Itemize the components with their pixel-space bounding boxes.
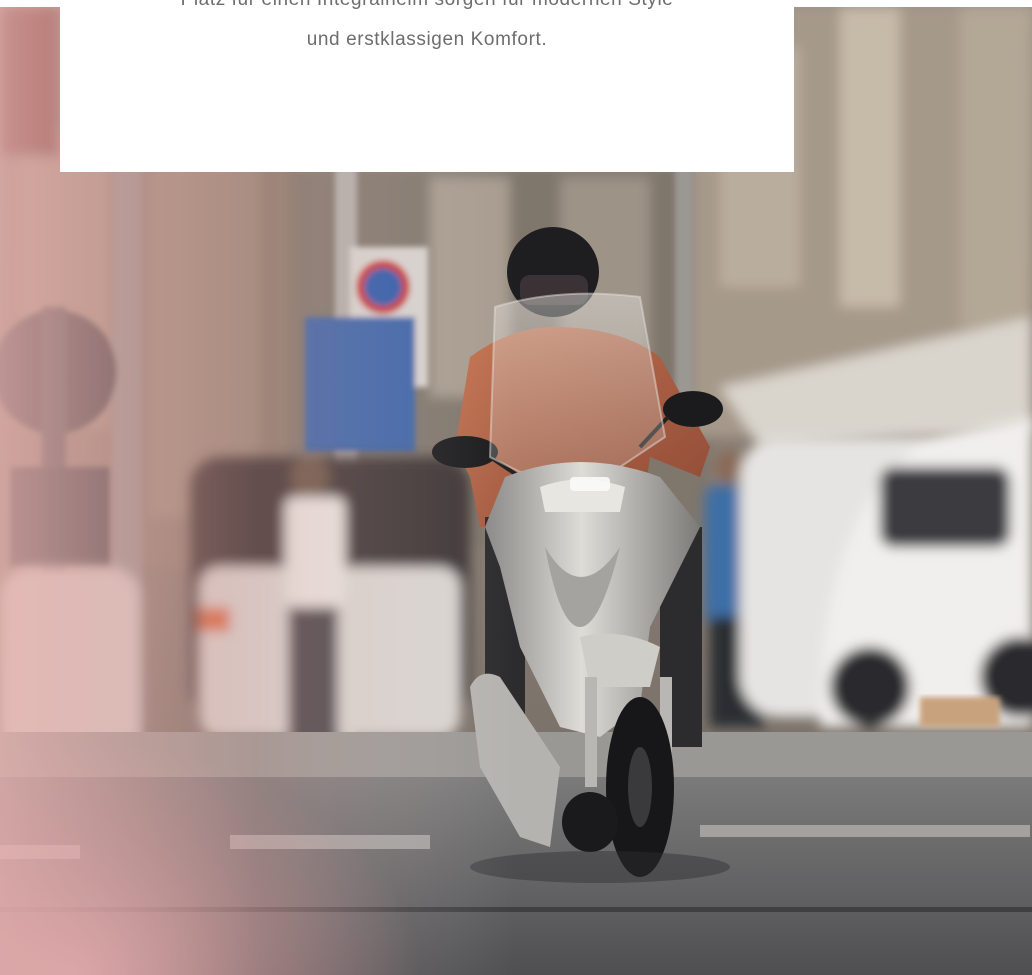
text-card: Platz für einen Integralhelm sorgen für … (60, 0, 794, 172)
card-text-line-2: und erstklassigen Komfort. (306, 29, 548, 50)
card-text-line-1: Platz für einen Integralhelm sorgen für … (100, 0, 754, 20)
page: Platz für einen Integralhelm sorgen für … (0, 0, 1032, 975)
card-description: Platz für einen Integralhelm sorgen für … (100, 0, 754, 60)
